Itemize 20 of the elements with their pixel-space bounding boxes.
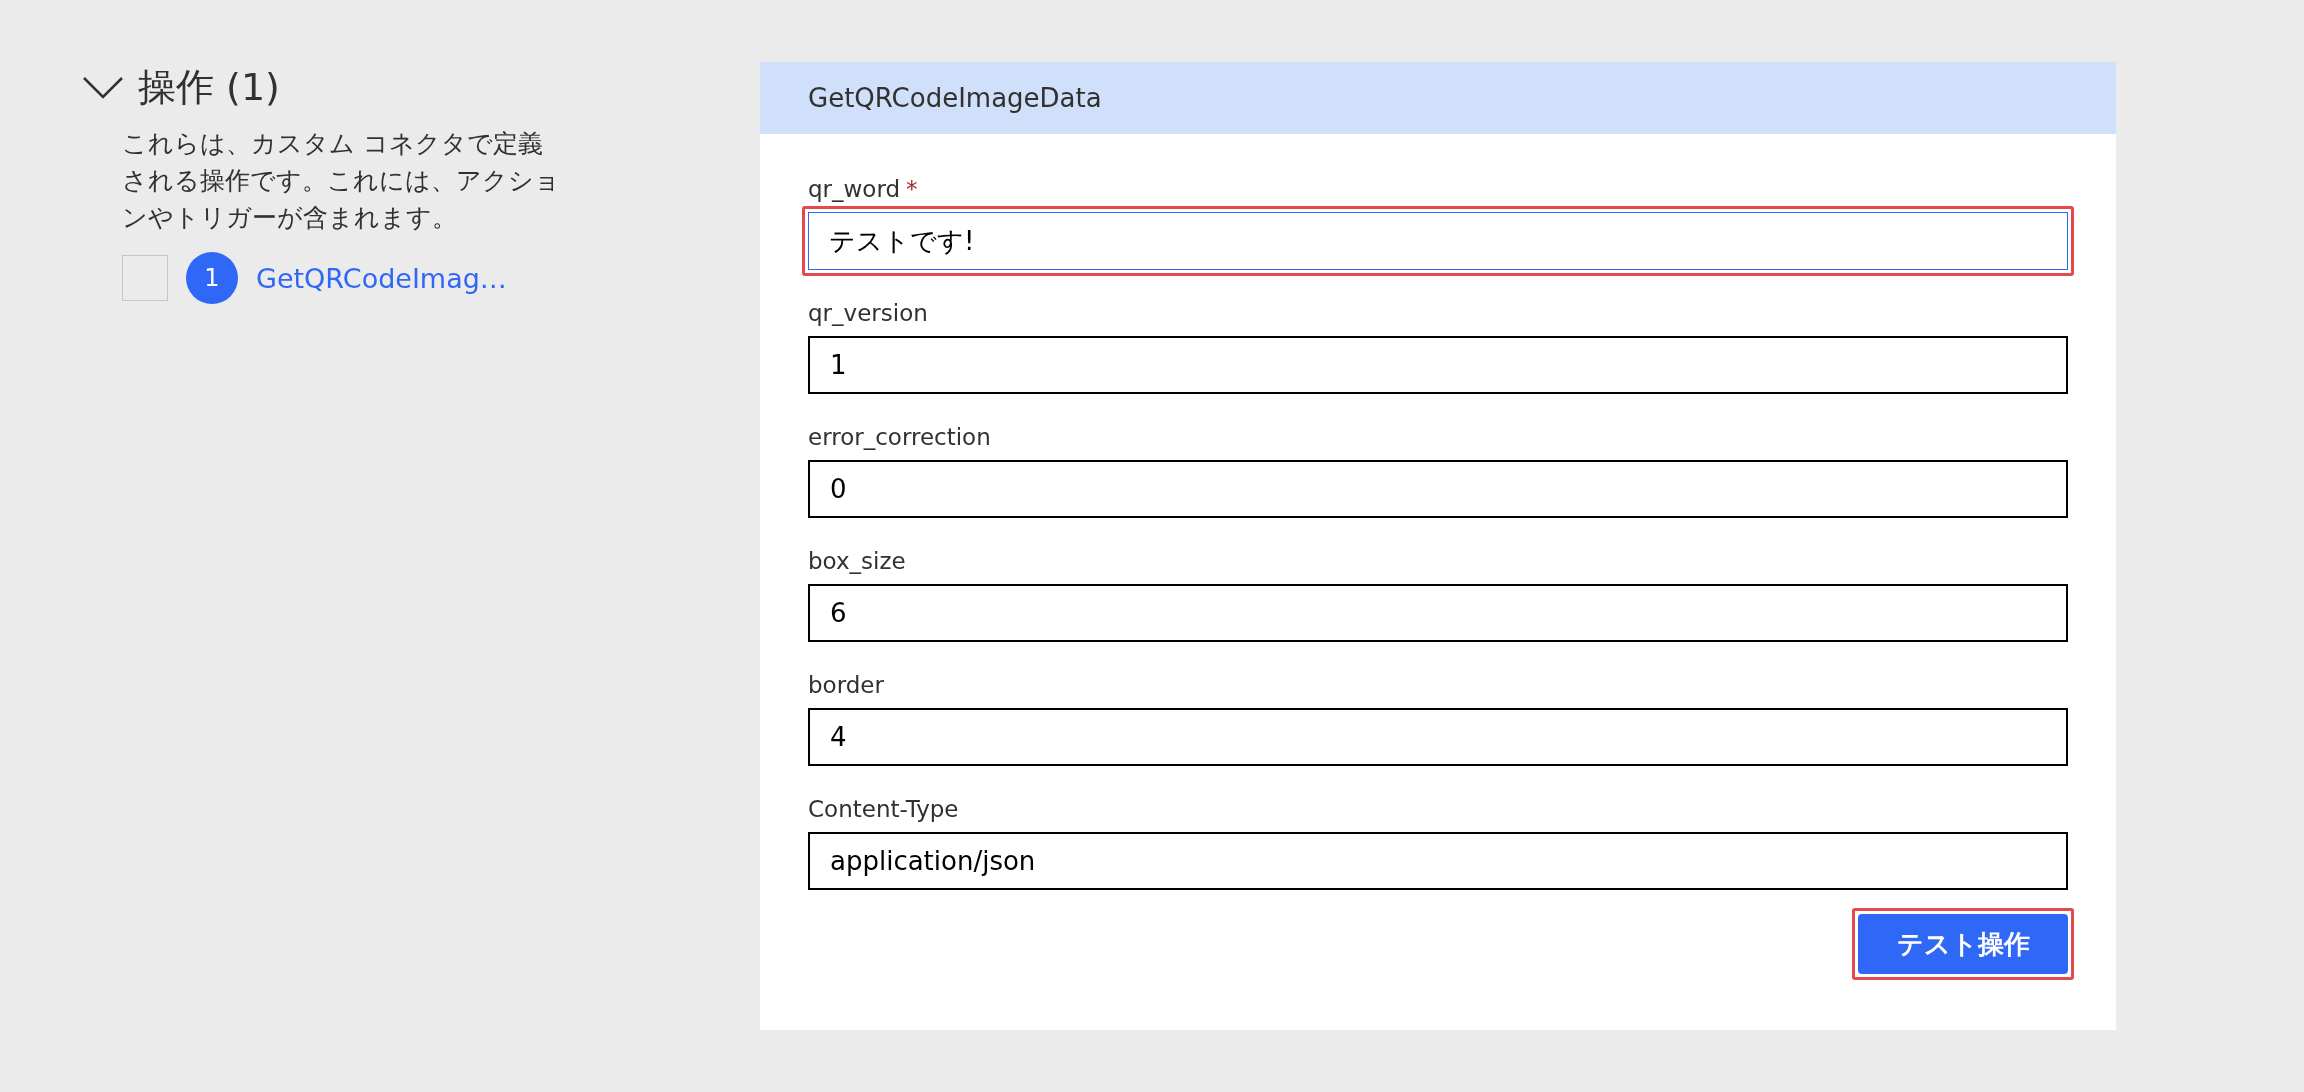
field-label: box_size (808, 548, 907, 574)
input-field[interactable]: 6 (808, 584, 2068, 642)
input-field[interactable]: テストです! (808, 212, 2068, 270)
chevron-icon[interactable] (82, 75, 124, 100)
input-field[interactable]: 0 (808, 460, 2068, 518)
field-label: qr_version (808, 300, 929, 326)
field-label: error_correction (808, 424, 992, 450)
input-field[interactable]: 4 (808, 708, 2068, 766)
operation-link[interactable]: GetQRCodeImag… (256, 262, 507, 294)
input-field[interactable]: 1 (808, 336, 2068, 394)
checkbox[interactable] (122, 255, 168, 301)
section-description: これらは、カスタム コネクタで定義される操作です。これには、アクションやトリガーが含まれます。 (122, 128, 561, 234)
section-title: 操作 (1) (138, 64, 280, 111)
input-field[interactable]: application/json (808, 832, 2068, 890)
field-label: qr_word * (808, 176, 919, 202)
card-title: GetQRCodeImageData (808, 83, 1102, 113)
field-label: Content-Type (808, 796, 960, 822)
step-number: 1 (186, 252, 238, 304)
test-operation-button[interactable]: テスト操作 (1858, 914, 2068, 974)
field-label: border (808, 672, 885, 698)
